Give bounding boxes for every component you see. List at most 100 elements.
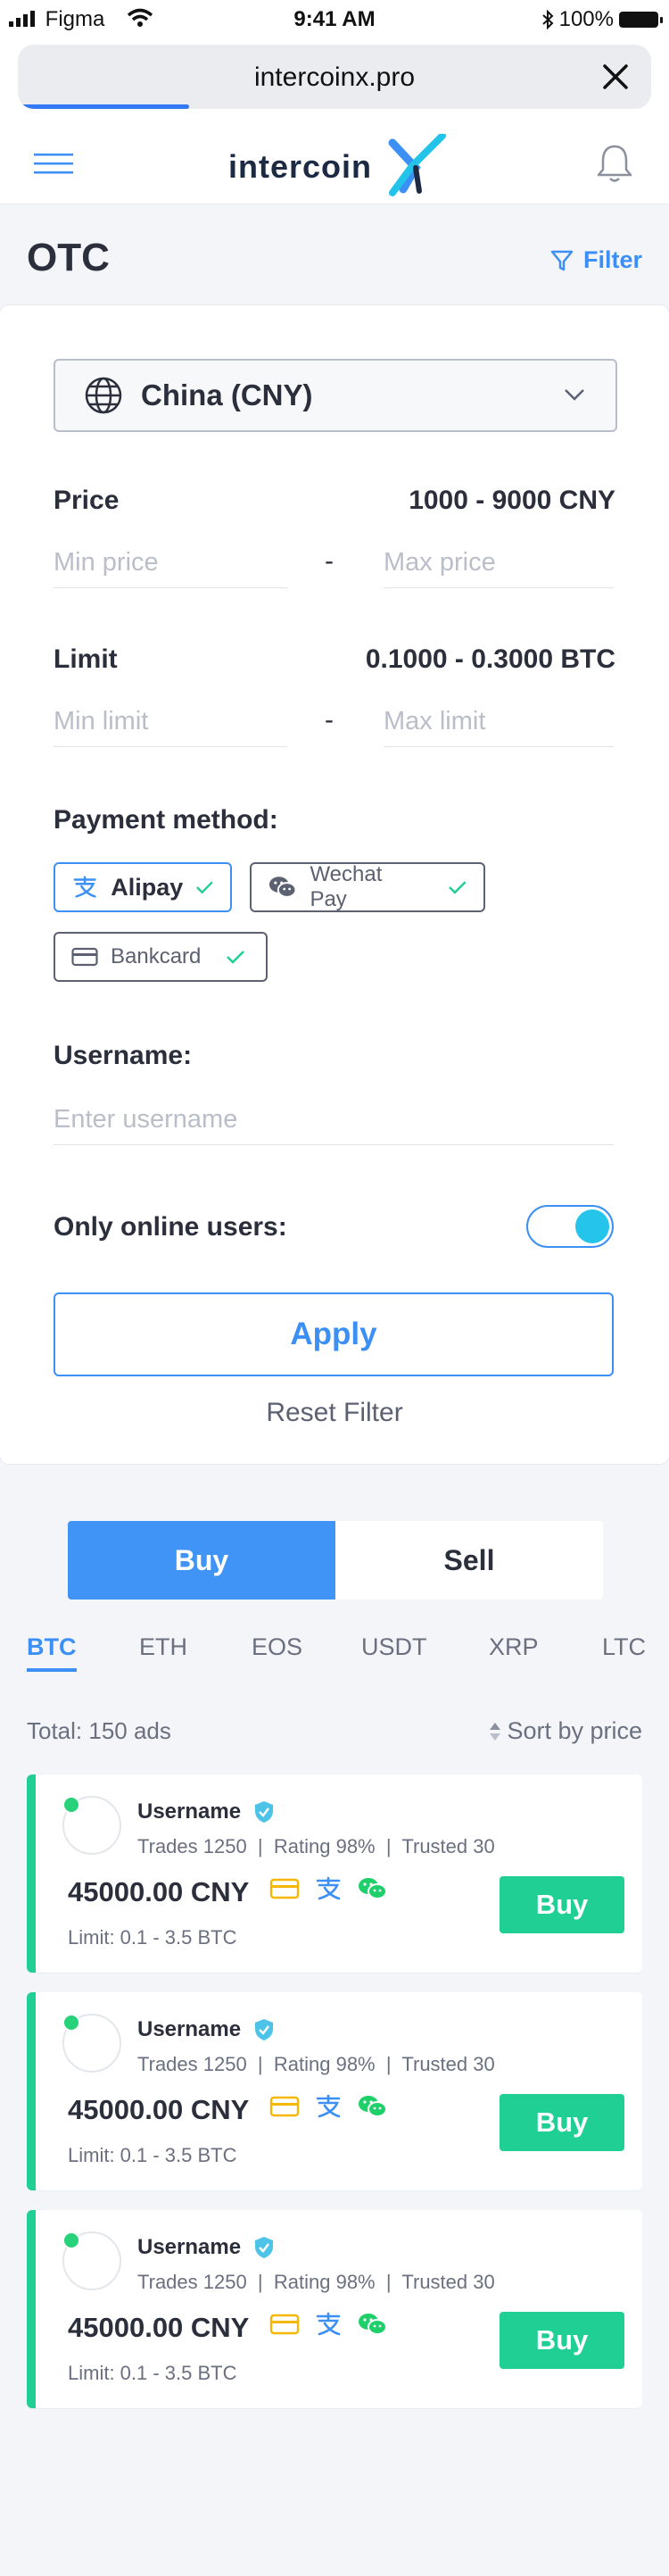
sell-tab[interactable]: Sell: [335, 1521, 603, 1600]
username-input[interactable]: [54, 1094, 614, 1145]
coin-tab-xrp[interactable]: XRP: [489, 1633, 539, 1661]
ad-limit: Limit: 0.1 - 3.5 BTC: [68, 1926, 237, 1949]
ad-buy-button[interactable]: Buy: [500, 2094, 624, 2151]
wechat-icon: [359, 2096, 387, 2117]
online-indicator: [62, 1796, 80, 1814]
bankcard-icon: [269, 2096, 300, 2117]
ad-username: Username: [137, 2235, 242, 2259]
checkmark-icon: [196, 881, 213, 894]
ad-stats: Trades 1250 | Rating 98% | Trusted 30: [137, 2053, 495, 2075]
ad-payment-icons: [269, 2312, 389, 2337]
max-limit-input[interactable]: [384, 696, 614, 747]
payment-option-wechat[interactable]: Wechat Pay: [250, 862, 485, 912]
payment-label-bankcard: Bankcard: [111, 944, 202, 968]
ad-username-row: Username: [137, 2017, 275, 2042]
ad-stats: Trades 1250 | Rating 98% | Trusted 30: [137, 1835, 495, 1857]
page-title: OTC: [27, 236, 110, 279]
coin-tab-eos[interactable]: EOS: [252, 1633, 302, 1661]
payment-option-bankcard[interactable]: Bankcard: [54, 932, 268, 982]
filter-button[interactable]: Filter: [549, 246, 642, 274]
online-indicator: [62, 2014, 80, 2032]
min-price-input[interactable]: [54, 537, 287, 588]
reset-filter-link[interactable]: Reset Filter: [0, 1398, 669, 1428]
min-limit-input[interactable]: [54, 696, 287, 747]
ad-username: Username: [137, 2017, 242, 2041]
ad-card[interactable]: Username Trades 1250 | Rating 98% | Trus…: [27, 1774, 642, 1973]
verified-shield-icon: [255, 1801, 274, 1823]
checkmark-icon: [449, 881, 467, 894]
ad-buy-button[interactable]: Buy: [500, 1876, 624, 1933]
buy-tab[interactable]: Buy: [68, 1521, 335, 1600]
checkmark-icon: [227, 951, 245, 964]
country-select[interactable]: China (CNY): [54, 359, 617, 432]
ad-limit: Limit: 0.1 - 3.5 BTC: [68, 2144, 237, 2166]
online-users-label: Only online users:: [54, 1212, 287, 1242]
payment-option-alipay[interactable]: Alipay: [54, 862, 232, 912]
ad-card[interactable]: Username Trades 1250 | Rating 98% | Trus…: [27, 1992, 642, 2190]
price-label: Price: [54, 486, 120, 515]
payment-label-wechat: Wechat Pay: [310, 862, 383, 911]
menu-icon[interactable]: [34, 152, 73, 177]
sort-by-price[interactable]: Sort by price: [489, 1717, 642, 1745]
payment-method-label: Payment method:: [54, 805, 278, 835]
close-icon[interactable]: [596, 57, 635, 96]
apply-button[interactable]: Apply: [54, 1292, 614, 1376]
brand-logo[interactable]: intercoin: [228, 134, 451, 196]
ad-price: 45000.00 CNY: [68, 1876, 250, 1907]
coin-tabs: BTC ETH EOS USDT XRP LTC: [0, 1633, 669, 1678]
bell-icon[interactable]: [596, 143, 633, 184]
ad-card[interactable]: Username Trades 1250 | Rating 98% | Trus…: [27, 2210, 642, 2408]
username-label: Username:: [54, 1041, 193, 1070]
ad-limit: Limit: 0.1 - 3.5 BTC: [68, 2362, 237, 2384]
bankcard-icon: [269, 2314, 300, 2335]
verified-shield-icon: [255, 2019, 274, 2040]
browser-bar: intercoinx.pro: [0, 39, 669, 125]
max-price-input[interactable]: [384, 537, 614, 588]
limit-separator: -: [325, 705, 334, 735]
limit-label: Limit: [54, 644, 118, 674]
battery-icon: [619, 12, 663, 28]
limit-range: 0.1000 - 0.3000 BTC: [365, 644, 615, 674]
logo-text: intercoin: [228, 148, 373, 185]
sort-label: Sort by price: [507, 1717, 642, 1744]
coin-tab-ltc[interactable]: LTC: [602, 1633, 646, 1661]
status-right: 100%: [541, 7, 663, 32]
address-bar[interactable]: intercoinx.pro: [18, 45, 651, 109]
ad-price: 45000.00 CNY: [68, 2094, 250, 2125]
ad-accent-bar: [27, 2210, 36, 2408]
page-load-progress: [18, 104, 189, 109]
ad-accent-bar: [27, 1992, 36, 2190]
wechat-icon: [268, 877, 297, 898]
logo-x-mark: [388, 134, 446, 196]
ad-username-row: Username: [137, 2235, 275, 2260]
bankcard-icon: [71, 947, 98, 967]
ad-payment-icons: [269, 1876, 389, 1901]
status-bar: Figma 9:41 AM 100%: [0, 0, 669, 39]
alipay-icon: [73, 876, 96, 898]
bluetooth-icon: [541, 10, 554, 29]
ad-username: Username: [137, 1799, 242, 1824]
chevron-down-icon: [565, 389, 584, 401]
globe-icon: [85, 377, 122, 414]
coin-tab-usdt[interactable]: USDT: [361, 1633, 427, 1661]
price-range: 1000 - 9000 CNY: [409, 486, 615, 515]
coin-tab-eth[interactable]: ETH: [139, 1633, 187, 1661]
ad-payment-icons: [269, 2094, 389, 2119]
coin-tab-btc[interactable]: BTC: [27, 1633, 77, 1672]
app-header: intercoin: [0, 125, 669, 204]
url-text: intercoinx.pro: [253, 62, 416, 92]
filter-label: Filter: [582, 246, 642, 273]
alipay-icon: [316, 1876, 341, 1900]
sort-icon: [490, 1722, 501, 1741]
payment-label-alipay: Alipay: [111, 873, 184, 901]
toggle-knob: [575, 1209, 609, 1243]
ad-buy-button[interactable]: Buy: [500, 2312, 624, 2369]
ad-username-row: Username: [137, 1799, 275, 1824]
price-separator: -: [325, 546, 334, 576]
bankcard-icon: [269, 1878, 300, 1899]
total-ads: Total: 150 ads: [27, 1717, 171, 1744]
filter-icon: [550, 250, 574, 270]
ad-accent-bar: [27, 1774, 36, 1973]
battery-percent: 100%: [558, 7, 614, 31]
online-users-toggle[interactable]: [526, 1205, 614, 1248]
